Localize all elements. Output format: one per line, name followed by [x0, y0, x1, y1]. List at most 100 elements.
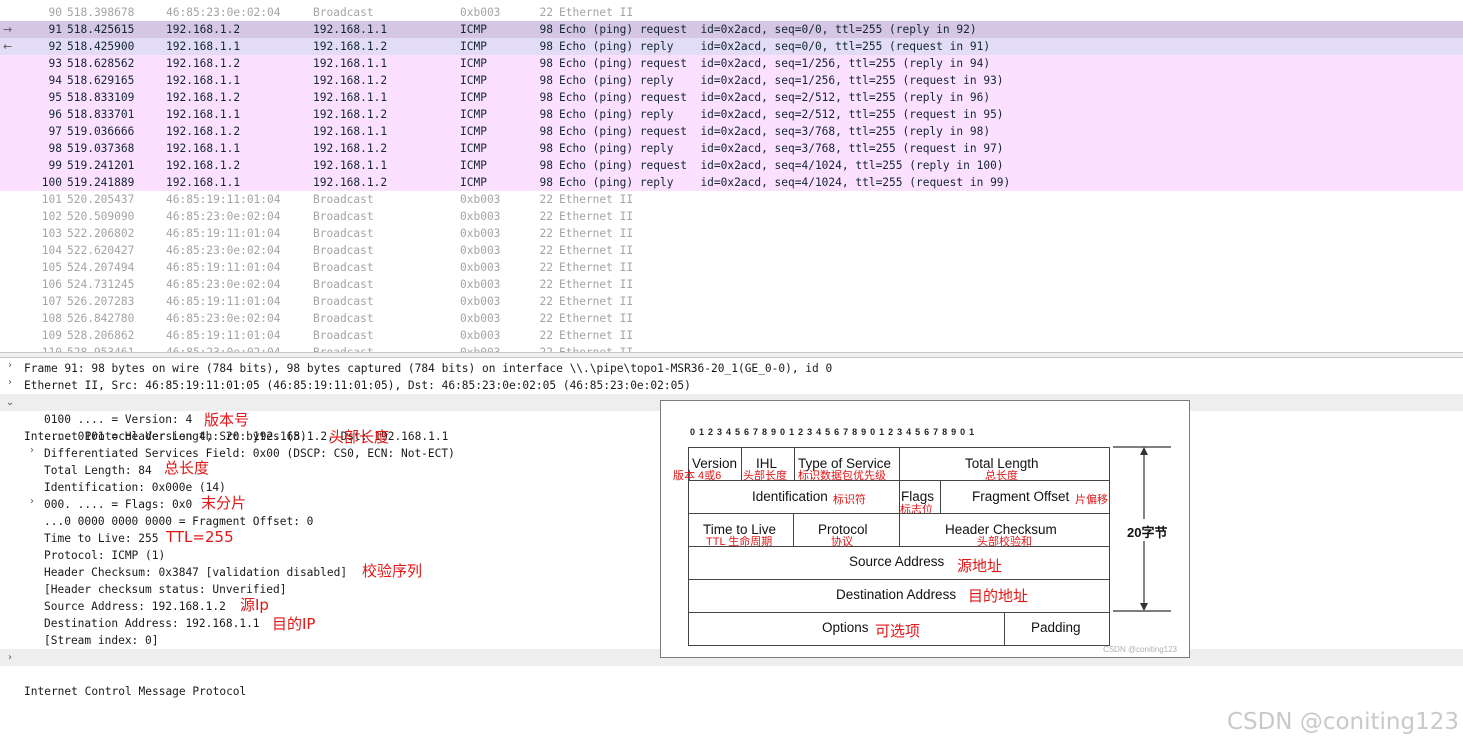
packet-info: Ethernet II: [559, 278, 634, 291]
annotation-source: 源Ip: [240, 596, 269, 614]
packet-length: 22: [539, 295, 553, 308]
ip-identification[interactable]: Identification: 0x000e (14): [44, 479, 226, 496]
ip-header-length[interactable]: .... 0101 = Header Length: 20 bytes (5): [44, 428, 307, 445]
label-identification: Identification: [752, 489, 828, 504]
ip-destination[interactable]: Destination Address: 192.168.1.1: [44, 615, 260, 632]
packet-row[interactable]: 102 520.509090 46:85:23:0e:02:04 Broadcast 0…: [0, 208, 1463, 225]
packet-list[interactable]: 90 518.398678 46:85:23:0e:02:04 Broadcast 0x…: [0, 0, 1463, 352]
packet-source: 192.168.1.2: [166, 159, 241, 172]
packet-row[interactable]: 109 528.206862 46:85:19:11:01:04 Broadcast 0…: [0, 327, 1463, 344]
packet-info: Ethernet II: [559, 295, 634, 308]
packet-row[interactable]: 94 518.629165 192.168.1.1 192.168.1.2 ICMP 98…: [0, 72, 1463, 89]
expand-arrow-icon[interactable]: ›: [26, 496, 38, 513]
packet-source: 46:85:23:0e:02:04: [166, 210, 281, 223]
packet-row[interactable]: 90 518.398678 46:85:23:0e:02:04 Broadcast 0x…: [0, 4, 1463, 21]
packet-source: 46:85:23:0e:02:04: [166, 278, 281, 291]
packet-source: 46:85:23:0e:02:04: [166, 244, 281, 257]
packet-length: 98: [539, 176, 553, 189]
annotation-total-length: 总长度: [164, 459, 210, 477]
packet-time: 520.205437: [67, 193, 135, 206]
packet-row[interactable]: 110 528.953461 46:85:23:0e:02:04 Broadcast 0…: [0, 344, 1463, 352]
annotation-flags: 末分片: [201, 494, 247, 512]
packet-row[interactable]: 93 518.628562 192.168.1.2 192.168.1.1 ICMP 98…: [0, 55, 1463, 72]
packet-protocol: ICMP: [460, 125, 487, 138]
packet-info: Echo (ping) request id=0x2acd, seq=2/512…: [559, 91, 991, 104]
packet-row[interactable]: 92 518.425900 192.168.1.1 192.168.1.2 ICMP 98…: [0, 38, 1463, 55]
packet-row[interactable]: 104 522.620427 46:85:23:0e:02:04 Broadcast 0…: [0, 242, 1463, 259]
packet-time: 518.425615: [67, 23, 135, 36]
reply-arrow-icon: ←: [3, 40, 13, 53]
packet-number: 107: [41, 295, 62, 308]
expand-arrow-icon[interactable]: ›: [4, 360, 16, 377]
packet-number: 103: [41, 227, 62, 240]
ip-ttl[interactable]: Time to Live: 255: [44, 530, 159, 547]
packet-protocol: 0xb003: [460, 295, 501, 308]
packet-row[interactable]: 98 519.037368 192.168.1.1 192.168.1.2 ICMP 98…: [0, 140, 1463, 157]
packet-row[interactable]: 105 524.207494 46:85:19:11:01:04 Broadcast 0…: [0, 259, 1463, 276]
ip-protocol[interactable]: Protocol: ICMP (1): [44, 547, 165, 564]
ip-checksum[interactable]: Header Checksum: 0x3847 [validation disa…: [44, 564, 347, 581]
packet-length: 22: [539, 6, 553, 19]
packet-protocol: 0xb003: [460, 344, 500, 352]
tree-item-icmp-label: Internet Control Message Protocol: [24, 685, 247, 698]
collapse-arrow-icon[interactable]: ⌄: [4, 394, 16, 411]
packet-destination: Broadcast: [313, 227, 374, 240]
packet-source: 46:85:19:11:01:04: [166, 261, 281, 274]
packet-row[interactable]: 96 518.833701 192.168.1.1 192.168.1.2 ICMP 98…: [0, 106, 1463, 123]
packet-info: Ethernet II: [559, 244, 634, 257]
packet-row[interactable]: 101 520.205437 46:85:19:11:01:04 Broadcast 0…: [0, 191, 1463, 208]
packet-protocol: 0xb003: [460, 329, 501, 342]
packet-time: 518.425900: [67, 40, 135, 53]
packet-row[interactable]: 97 519.036666 192.168.1.2 192.168.1.1 ICMP 98…: [0, 123, 1463, 140]
ip-source[interactable]: Source Address: 192.168.1.2: [44, 598, 226, 615]
packet-destination: 192.168.1.1: [313, 57, 388, 70]
expand-arrow-icon[interactable]: ›: [4, 377, 16, 394]
tree-item-ethernet[interactable]: Ethernet II, Src: 46:85:19:11:01:05 (46:…: [24, 377, 691, 394]
packet-row[interactable]: 103 522.206802 46:85:19:11:01:04 Broadcast 0…: [0, 225, 1463, 242]
ip-dsf[interactable]: Differentiated Services Field: 0x00 (DSC…: [44, 445, 455, 462]
expand-arrow-icon[interactable]: ›: [26, 445, 38, 462]
packet-length: 98: [539, 74, 553, 87]
packet-row[interactable]: 107 526.207283 46:85:19:11:01:04 Broadcast 0…: [0, 293, 1463, 310]
packet-source: 192.168.1.2: [166, 91, 241, 104]
packet-length: 22: [539, 329, 553, 342]
ip-stream-index[interactable]: [Stream index: 0]: [44, 632, 159, 649]
packet-number: 98: [48, 142, 62, 155]
ip-version[interactable]: 0100 .... = Version: 4: [44, 411, 192, 428]
packet-number: 109: [41, 329, 62, 342]
packet-info: Echo (ping) reply id=0x2acd, seq=0/0, tt…: [559, 40, 991, 53]
packet-number: 99: [48, 159, 62, 172]
figure-credit: CSDN @coniting123: [1103, 645, 1177, 654]
packet-source: 192.168.1.1: [166, 74, 241, 87]
packet-info: Ethernet II: [559, 329, 634, 342]
label-source-address: Source Address: [849, 554, 945, 569]
packet-row[interactable]: 95 518.833109 192.168.1.2 192.168.1.1 ICMP 98…: [0, 89, 1463, 106]
expand-arrow-icon[interactable]: ›: [4, 649, 16, 666]
packet-row[interactable]: 108 526.842780 46:85:23:0e:02:04 Broadcast 0…: [0, 310, 1463, 327]
ip-flags[interactable]: 000. .... = Flags: 0x0: [44, 496, 192, 513]
packet-row[interactable]: 106 524.731245 46:85:23:0e:02:04 Broadcast 0…: [0, 276, 1463, 293]
packet-length: 22: [539, 312, 553, 325]
packet-time: 518.833701: [67, 108, 135, 121]
packet-source: 192.168.1.2: [166, 57, 241, 70]
packet-row[interactable]: 99 519.241201 192.168.1.2 192.168.1.1 ICMP 98…: [0, 157, 1463, 174]
ip-total-length[interactable]: Total Length: 84: [44, 462, 152, 479]
packet-info: Ethernet II: [559, 227, 634, 240]
packet-time: 520.509090: [67, 210, 135, 223]
packet-row[interactable]: 91 518.425615 192.168.1.2 192.168.1.1 ICMP 98…: [0, 21, 1463, 38]
packet-number: 96: [48, 108, 62, 121]
packet-destination: 192.168.1.1: [313, 125, 388, 138]
packet-source: 46:85:19:11:01:04: [166, 227, 281, 240]
tree-item-frame[interactable]: Frame 91: 98 bytes on wire (784 bits), 9…: [24, 360, 832, 377]
packet-time: 519.241201: [67, 159, 135, 172]
packet-length: 98: [539, 23, 553, 36]
packet-protocol: ICMP: [460, 74, 487, 87]
ipv4-header-diagram: 0 1 2 3 4 5 6 7 8 9 0 1 2 3 4 5 6 7 8 9 …: [660, 400, 1190, 658]
packet-number: 110: [0, 344, 62, 352]
packet-destination: 192.168.1.1: [313, 159, 388, 172]
packet-protocol: ICMP: [460, 176, 487, 189]
packet-number: 108: [41, 312, 62, 325]
packet-row[interactable]: 100 519.241889 192.168.1.1 192.168.1.2 ICMP 9…: [0, 174, 1463, 191]
packet-number: 93: [48, 57, 62, 70]
packet-info: Ethernet II: [559, 6, 634, 19]
